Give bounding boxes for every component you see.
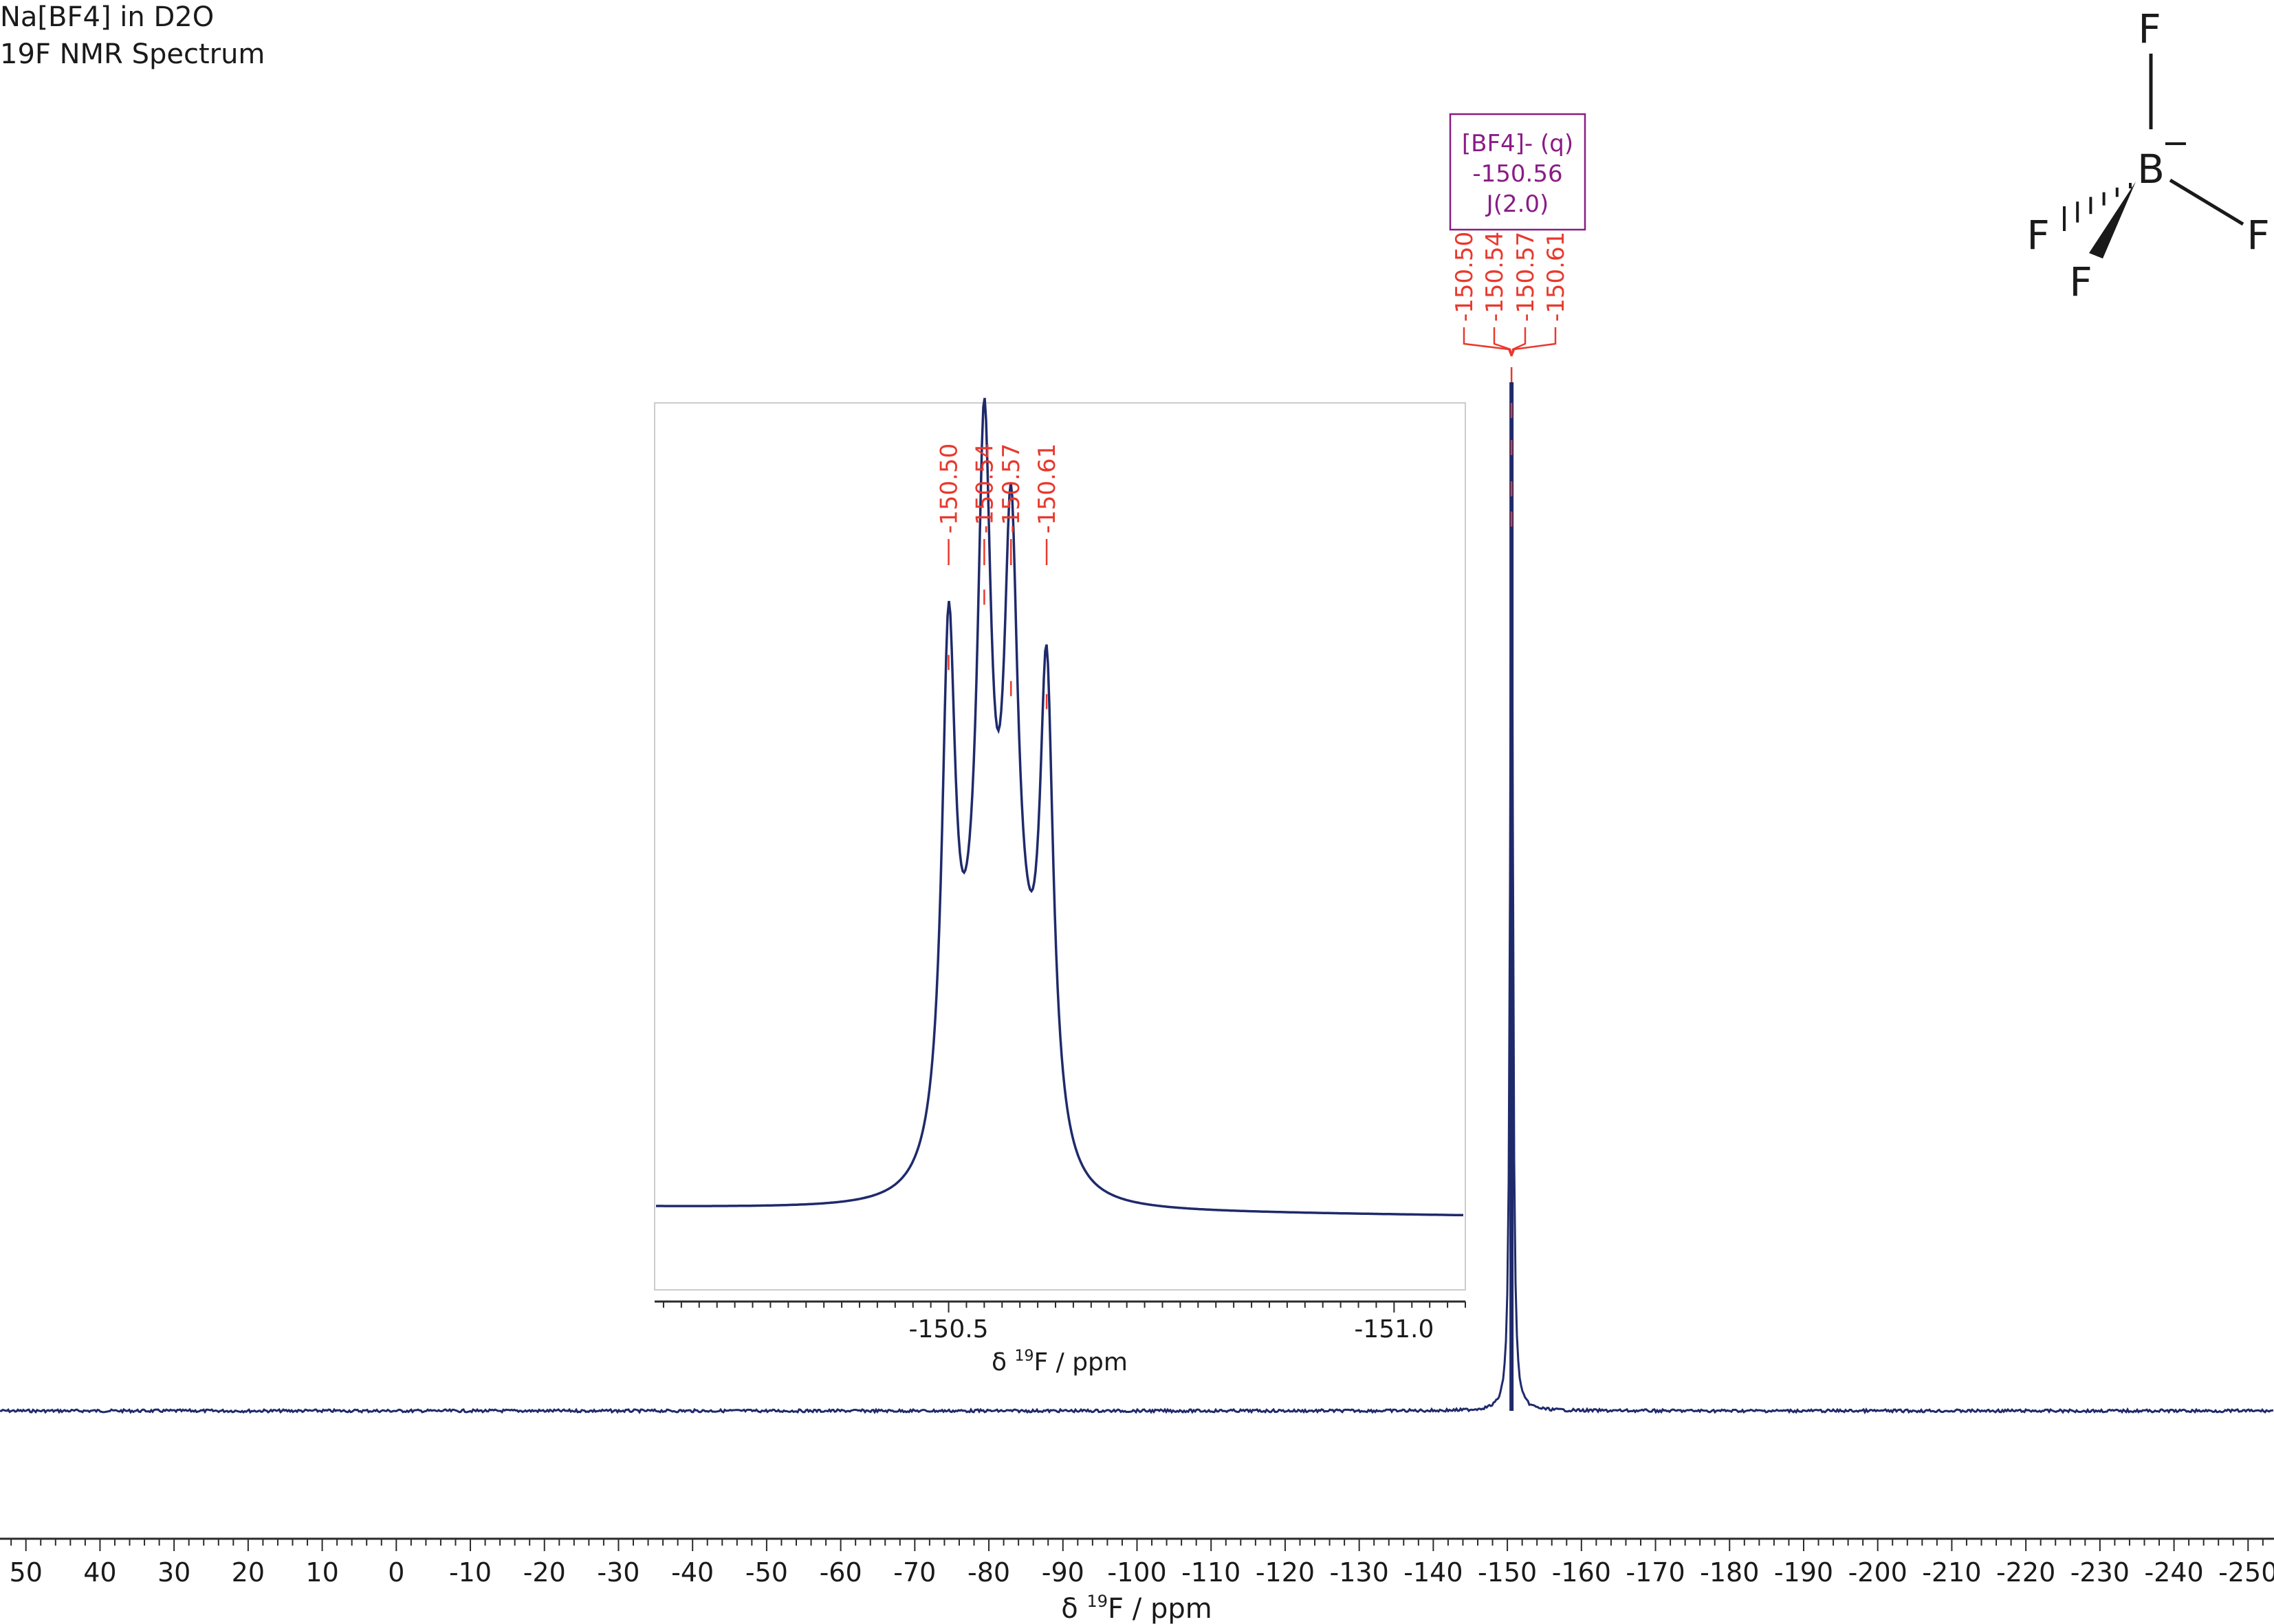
bf4-structure-drawing: FB−F FF [2026, 6, 2269, 305]
main-tick-label: -40 [671, 1557, 714, 1588]
main-tick-label: 20 [232, 1557, 265, 1588]
atom-f-bottom: F [2069, 259, 2092, 305]
main-tick-label: -210 [1922, 1557, 1981, 1588]
main-tick-label: -230 [2070, 1557, 2130, 1588]
main-tick-label: -30 [597, 1557, 639, 1588]
inset-peak-label: -150.57 [998, 443, 1025, 534]
main-tick-label: -20 [523, 1557, 566, 1588]
inset-peak-label: -150.61 [1034, 443, 1061, 534]
main-peak-label: -150.57 [1512, 232, 1540, 322]
main-tick-label: -80 [967, 1557, 1010, 1588]
main-tick-label: -60 [820, 1557, 862, 1588]
atom-f-right: F [2246, 212, 2269, 259]
annotation-line1: [BF4]- (q) [1462, 130, 1573, 157]
main-tick-label: -170 [1626, 1557, 1685, 1588]
nmr-figure: 50 40 30 20 10 0 -10 -20 -30 -40 -50 -60 -70 -80 -90 -1… [0, 6, 2274, 1624]
inset-tick-label: -151.0 [1354, 1315, 1434, 1343]
annotation-line2: -150.56 [1472, 160, 1562, 188]
main-tick-label: -220 [1996, 1557, 2055, 1588]
bond-right [2169, 178, 2244, 226]
main-tick-label: 40 [83, 1557, 116, 1588]
main-tick-label: -110 [1181, 1557, 1240, 1588]
main-tick-label: 50 [10, 1557, 43, 1588]
inset-peak-label: -150.54 [971, 443, 998, 534]
main-peak-label: -150.50 [1451, 232, 1478, 322]
main-tick-label: -250 [2218, 1557, 2274, 1588]
atom-b: B [2137, 146, 2165, 193]
main-tick-label: -50 [745, 1557, 788, 1588]
main-tick-label: -10 [449, 1557, 492, 1588]
main-tick-label: -130 [1330, 1557, 1389, 1588]
main-tick-label: -140 [1403, 1557, 1463, 1588]
main-peak-leader [1510, 338, 1527, 357]
main-tick-label: 10 [305, 1557, 338, 1588]
main-tick-label: -120 [1256, 1557, 1315, 1588]
annotation-line3: J(2.0) [1485, 190, 1549, 218]
main-tick-label: 30 [157, 1557, 190, 1588]
main-peak-label: -150.54 [1481, 232, 1509, 322]
main-tick-label: -70 [893, 1557, 936, 1588]
main-tick-label: -160 [1552, 1557, 1611, 1588]
main-tick-label: -240 [2144, 1557, 2203, 1588]
main-x-axis: 50 40 30 20 10 0 -10 -20 -30 -40 -50 -60 -70 -80 -90 -1… [0, 1537, 2274, 1624]
main-tick-label: 0 [388, 1557, 404, 1588]
main-tick-label: -90 [1042, 1557, 1084, 1588]
main-x-axis-label: δ 19F / ppm [1061, 1592, 1212, 1624]
inset-x-axis-label: δ 19F / ppm [992, 1348, 1128, 1376]
main-tick-label: -100 [1107, 1557, 1166, 1588]
inset-tick-label: -150.5 [909, 1315, 989, 1343]
charge-minus: − [2162, 124, 2189, 162]
main-tick-label: -190 [1774, 1557, 1833, 1588]
bond-wedge [2089, 182, 2136, 259]
main-tick-label: -180 [1700, 1557, 1759, 1588]
multiplet-annotation: [BF4]- (q) -150.56J(2.0) [1449, 113, 1586, 231]
atom-f-top: F [2138, 6, 2161, 52]
main-tick-label: -150 [1478, 1557, 1537, 1588]
main-peak-label: -150.61 [1542, 232, 1570, 322]
main-tick-label: -200 [1848, 1557, 1907, 1588]
inset-peak-label: -150.50 [936, 443, 963, 534]
inset-zoom-panel: -150.5 -151.0δ 19F / ppm-150.50 -150.54-15… [654, 397, 1466, 1376]
inset-frame [654, 402, 1466, 1291]
atom-f-left: F [2026, 212, 2049, 259]
